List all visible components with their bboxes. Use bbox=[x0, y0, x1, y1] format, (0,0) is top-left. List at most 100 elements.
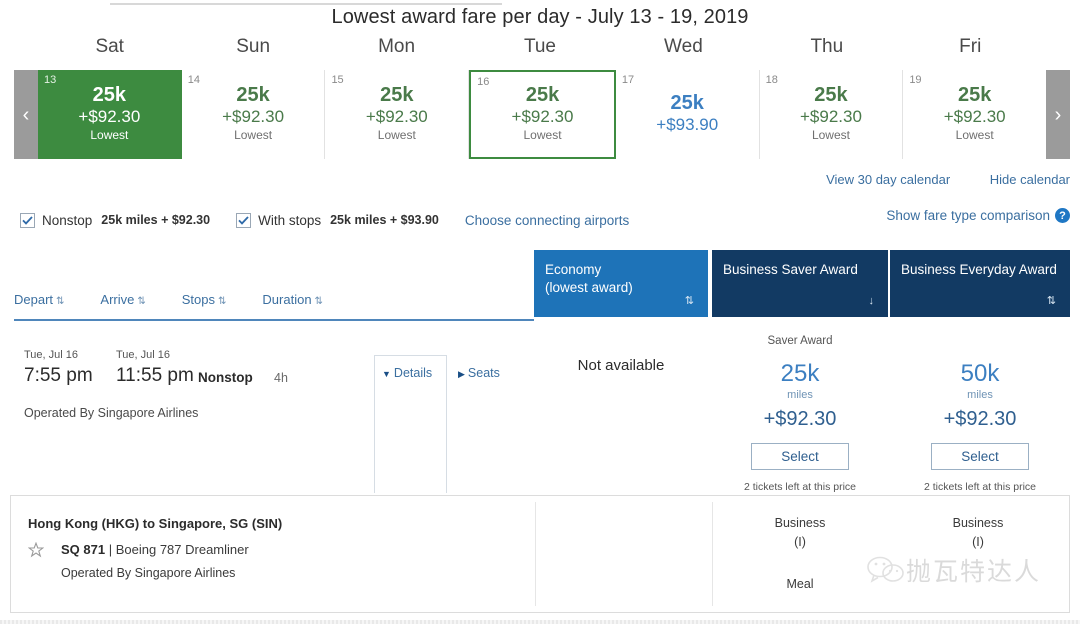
select-button-saver[interactable]: Select bbox=[751, 443, 849, 470]
caret-down-icon: ▼ bbox=[382, 369, 391, 379]
everyday-header-line1: Business Everyday Award bbox=[901, 262, 1057, 277]
calendar-day-miles: 25k bbox=[670, 92, 704, 115]
everyday-miles-unit: miles bbox=[967, 389, 993, 401]
calendar-day-tag: Lowest bbox=[234, 128, 273, 143]
calendar-day-cash: +$92.30 bbox=[943, 106, 1006, 126]
saver-award-kicker: Saver Award bbox=[767, 335, 833, 347]
calendar-day-miles: 25k bbox=[957, 83, 992, 106]
flight-separator: | bbox=[108, 542, 113, 557]
weekday-label: Thu bbox=[810, 36, 844, 57]
sort-label: Duration bbox=[262, 292, 312, 307]
saver-miles-unit: miles bbox=[787, 389, 813, 401]
sort-arrows-icon[interactable]: ⇅ bbox=[315, 296, 323, 307]
sort-label: Stops bbox=[181, 292, 216, 307]
saver-sort-icon[interactable]: ↓ bbox=[869, 296, 875, 307]
calendar-prev-icon[interactable]: ‹ bbox=[14, 70, 38, 159]
cabin-info-everyday: Business (I) bbox=[890, 514, 1066, 575]
star-alliance-icon bbox=[27, 541, 45, 558]
everyday-miles: 50k bbox=[960, 360, 1000, 387]
view-30-day-calendar-link[interactable]: View 30 day calendar bbox=[826, 172, 950, 187]
calendar-day-number: 18 bbox=[765, 74, 778, 86]
fare-cell-business-everyday: 50k miles +$92.30 Select 2 tickets left … bbox=[890, 325, 1070, 494]
economy-sort-icon[interactable]: ⇅ bbox=[685, 296, 694, 307]
sort-control-duration[interactable]: Duration ⇅ bbox=[262, 292, 323, 307]
calendar-day-number: 15 bbox=[331, 74, 344, 86]
everyday-award-kicker bbox=[890, 335, 1070, 349]
sort-arrows-icon[interactable]: ⇅ bbox=[218, 296, 226, 307]
calendar-day-cash: +$92.30 bbox=[365, 106, 428, 126]
calendar-day-number: 16 bbox=[477, 76, 490, 88]
with-stops-label: With stops bbox=[258, 212, 322, 228]
saver-miles: 25k bbox=[780, 360, 820, 387]
hide-calendar-link[interactable]: Hide calendar bbox=[990, 172, 1070, 187]
sort-arrows-icon[interactable]: ⇅ bbox=[137, 296, 145, 307]
calendar-next-icon[interactable]: › bbox=[1046, 70, 1070, 159]
calendar-day-cell[interactable]: 19 25k +$92.30 Lowest bbox=[903, 70, 1047, 159]
depart-time: 7:55 pm bbox=[24, 365, 93, 386]
economy-not-available: Not available bbox=[577, 357, 665, 374]
saver-cabin-class: (I) bbox=[794, 535, 806, 550]
calendar-day-tag: Lowest bbox=[811, 128, 850, 143]
fare-column-header-business-everyday[interactable]: Business Everyday Award ⇅ bbox=[890, 250, 1070, 317]
calendar-day-cell[interactable]: 16 25k +$92.30 Lowest bbox=[469, 70, 616, 159]
everyday-cabin-class: (I) bbox=[972, 535, 984, 550]
saver-cabin-name: Business bbox=[774, 516, 826, 530]
show-fare-type-comparison-link[interactable]: Show fare type comparison ? bbox=[886, 208, 1070, 223]
nonstop-checkbox[interactable] bbox=[20, 212, 35, 228]
calendar-day-number: 13 bbox=[44, 74, 57, 86]
fare-column-header-economy[interactable]: Economy (lowest award) ⇅ bbox=[534, 250, 708, 317]
weekday-label: Tue bbox=[523, 36, 556, 57]
weekday-label: Wed bbox=[664, 36, 703, 57]
sort-label: Depart bbox=[14, 292, 54, 307]
calendar-day-tag: Lowest bbox=[955, 128, 994, 143]
sort-control-arrive[interactable]: Arrive ⇅ bbox=[100, 292, 145, 307]
seats-toggle[interactable]: ▶ Seats bbox=[458, 366, 500, 380]
with-stops-checkbox[interactable] bbox=[236, 212, 252, 228]
select-button-everyday[interactable]: Select bbox=[931, 443, 1029, 470]
sort-control-stops[interactable]: Stops ⇅ bbox=[182, 292, 227, 307]
calendar-links: View 30 day calendar Hide calendar bbox=[790, 172, 1070, 187]
details-label: Details bbox=[393, 366, 433, 380]
calendar-day-tag: Lowest bbox=[377, 128, 416, 143]
calendar-day-cash: +$92.30 bbox=[511, 106, 574, 126]
depart-date: Tue, Jul 16 bbox=[24, 349, 79, 361]
calendar-day-cell[interactable]: 17 25k +$93.90 bbox=[615, 70, 760, 159]
calendar-title: Lowest award fare per day - July 13 - 19… bbox=[331, 6, 749, 28]
help-icon[interactable]: ? bbox=[1055, 208, 1070, 223]
calendar-day-cell[interactable]: 13 25k +$92.30 Lowest bbox=[38, 70, 182, 159]
calendar-day-cell[interactable]: 14 25k +$92.30 Lowest bbox=[181, 70, 326, 159]
economy-header-line2: (lowest award) bbox=[545, 280, 633, 296]
operated-by-text: Operated By Singapore Airlines bbox=[24, 406, 199, 420]
flight-detail-panel: Hong Kong (HKG) to Singapore, SG (SIN) S… bbox=[10, 495, 1070, 613]
calendar-day-miles: 25k bbox=[814, 83, 848, 106]
weekday-label: Sun bbox=[236, 36, 271, 57]
calendar-day-cell[interactable]: 15 25k +$92.30 Lowest bbox=[325, 70, 470, 159]
nonstop-label: Nonstop bbox=[42, 212, 93, 228]
calendar-day-number: 14 bbox=[187, 74, 200, 86]
flight-number-and-aircraft: SQ 871 | Boeing 787 Dreamliner bbox=[61, 542, 249, 557]
details-toggle[interactable]: ▼ Details bbox=[382, 366, 432, 380]
detail-operated-by: Operated By Singapore Airlines bbox=[61, 566, 236, 580]
everyday-sort-icon[interactable]: ⇅ bbox=[1047, 296, 1056, 307]
calendar-day-miles: 25k bbox=[236, 83, 270, 106]
award-search-page: Lowest award fare per day - July 13 - 19… bbox=[0, 0, 1080, 624]
calendar-day-cell[interactable]: 18 25k +$92.30 Lowest bbox=[759, 70, 904, 159]
fare-column-header-business-saver[interactable]: Business Saver Award ↓ bbox=[712, 250, 888, 317]
stop-filter-row: Nonstop 25k miles + $92.30 With stops 25… bbox=[20, 208, 720, 232]
everyday-cash: +$92.30 bbox=[943, 408, 1017, 430]
choose-connecting-airports-link[interactable]: Choose connecting airports bbox=[465, 213, 629, 228]
calendar-day-number: 19 bbox=[909, 74, 922, 86]
sort-arrows-icon[interactable]: ⇅ bbox=[56, 296, 64, 307]
fare-compare-label: Show fare type comparison bbox=[886, 208, 1050, 223]
calendar-day-tag: Lowest bbox=[523, 128, 562, 143]
calendar-day-cash: +$92.30 bbox=[78, 106, 141, 126]
weekday-label: Fri bbox=[959, 36, 982, 57]
calendar-day-number: 17 bbox=[621, 74, 635, 86]
sort-control-depart[interactable]: Depart ⇅ bbox=[14, 292, 64, 307]
saver-meal: Meal bbox=[786, 576, 814, 591]
fare-calendar-strip: ‹ 13 25k +$92.30 Lowest 14 25k +$92.30 Lowest 15… bbox=[14, 70, 1070, 159]
calendar-day-miles: 25k bbox=[380, 83, 414, 106]
cabin-info-saver: Business (I) Meal bbox=[712, 514, 888, 594]
saver-seats-note: 2 tickets left at this price bbox=[743, 481, 857, 493]
calendar-day-list: 13 25k +$92.30 Lowest 14 25k +$92.30 Lowest 15 25… bbox=[38, 70, 1047, 159]
